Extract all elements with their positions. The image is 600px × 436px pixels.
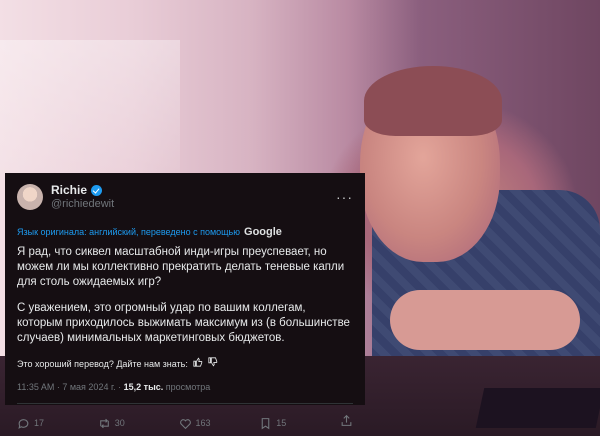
translation-note: Язык оригинала: английский, переведено с…: [17, 225, 353, 240]
like-button[interactable]: 163: [179, 416, 260, 431]
repost-button[interactable]: 30: [98, 416, 179, 431]
tweet-paragraph-1: Я рад, что сиквел масштабной инди-игры п…: [17, 246, 345, 288]
avatar[interactable]: [17, 184, 43, 210]
thumbs-down-icon[interactable]: [208, 357, 218, 372]
background-shelf: [0, 40, 180, 190]
bookmark-button[interactable]: 15: [259, 416, 340, 431]
author-block: Richie @richiedewit: [51, 183, 114, 211]
tweet-body: Я рад, что сиквел масштабной инди-игры п…: [17, 245, 353, 346]
reply-button[interactable]: 17: [17, 416, 98, 431]
like-icon: [179, 418, 191, 429]
translation-note-text[interactable]: Язык оригинала: английский, переведено с…: [17, 225, 240, 240]
tweet-card: Richie @richiedewit ··· Язык оригинала: …: [5, 173, 365, 429]
verified-badge-icon: [91, 184, 103, 196]
tweet-header: Richie @richiedewit ···: [17, 183, 353, 211]
more-icon[interactable]: ···: [336, 189, 353, 205]
like-count: 163: [195, 417, 211, 428]
repost-count: 30: [114, 417, 125, 428]
author-handle[interactable]: @richiedewit: [51, 197, 114, 211]
timestamp[interactable]: 11:35 AM · 7 мая 2024 г. ·: [17, 382, 124, 392]
thumbs-up-icon[interactable]: [193, 357, 203, 372]
share-button[interactable]: [340, 414, 353, 432]
person-hair: [364, 66, 502, 136]
tweet-paragraph-2: С уважением, это огромный удар по вашим …: [17, 302, 350, 344]
bookmark-count: 15: [276, 417, 287, 428]
reply-count: 17: [34, 417, 45, 428]
laptop: [475, 388, 600, 428]
bookmark-icon: [261, 417, 270, 429]
share-icon: [341, 414, 352, 426]
reply-icon: [18, 418, 29, 429]
tweet-meta: 11:35 AM · 7 мая 2024 г. · 15,2 тыс. про…: [17, 380, 353, 395]
divider: [17, 403, 353, 404]
author-name[interactable]: Richie: [51, 183, 87, 197]
action-bar: 17 30 163 15: [17, 414, 353, 432]
translation-feedback: Это хороший перевод? Дайте нам знать:: [17, 357, 353, 372]
repost-icon: [99, 418, 109, 428]
feedback-prompt: Это хороший перевод? Дайте нам знать:: [17, 359, 188, 369]
google-logo: Google: [244, 226, 282, 238]
views-label: просмотра: [165, 382, 211, 392]
name-row: Richie: [51, 183, 114, 197]
views-count: 15,2 тыс.: [123, 382, 164, 392]
person-arm: [390, 290, 580, 350]
